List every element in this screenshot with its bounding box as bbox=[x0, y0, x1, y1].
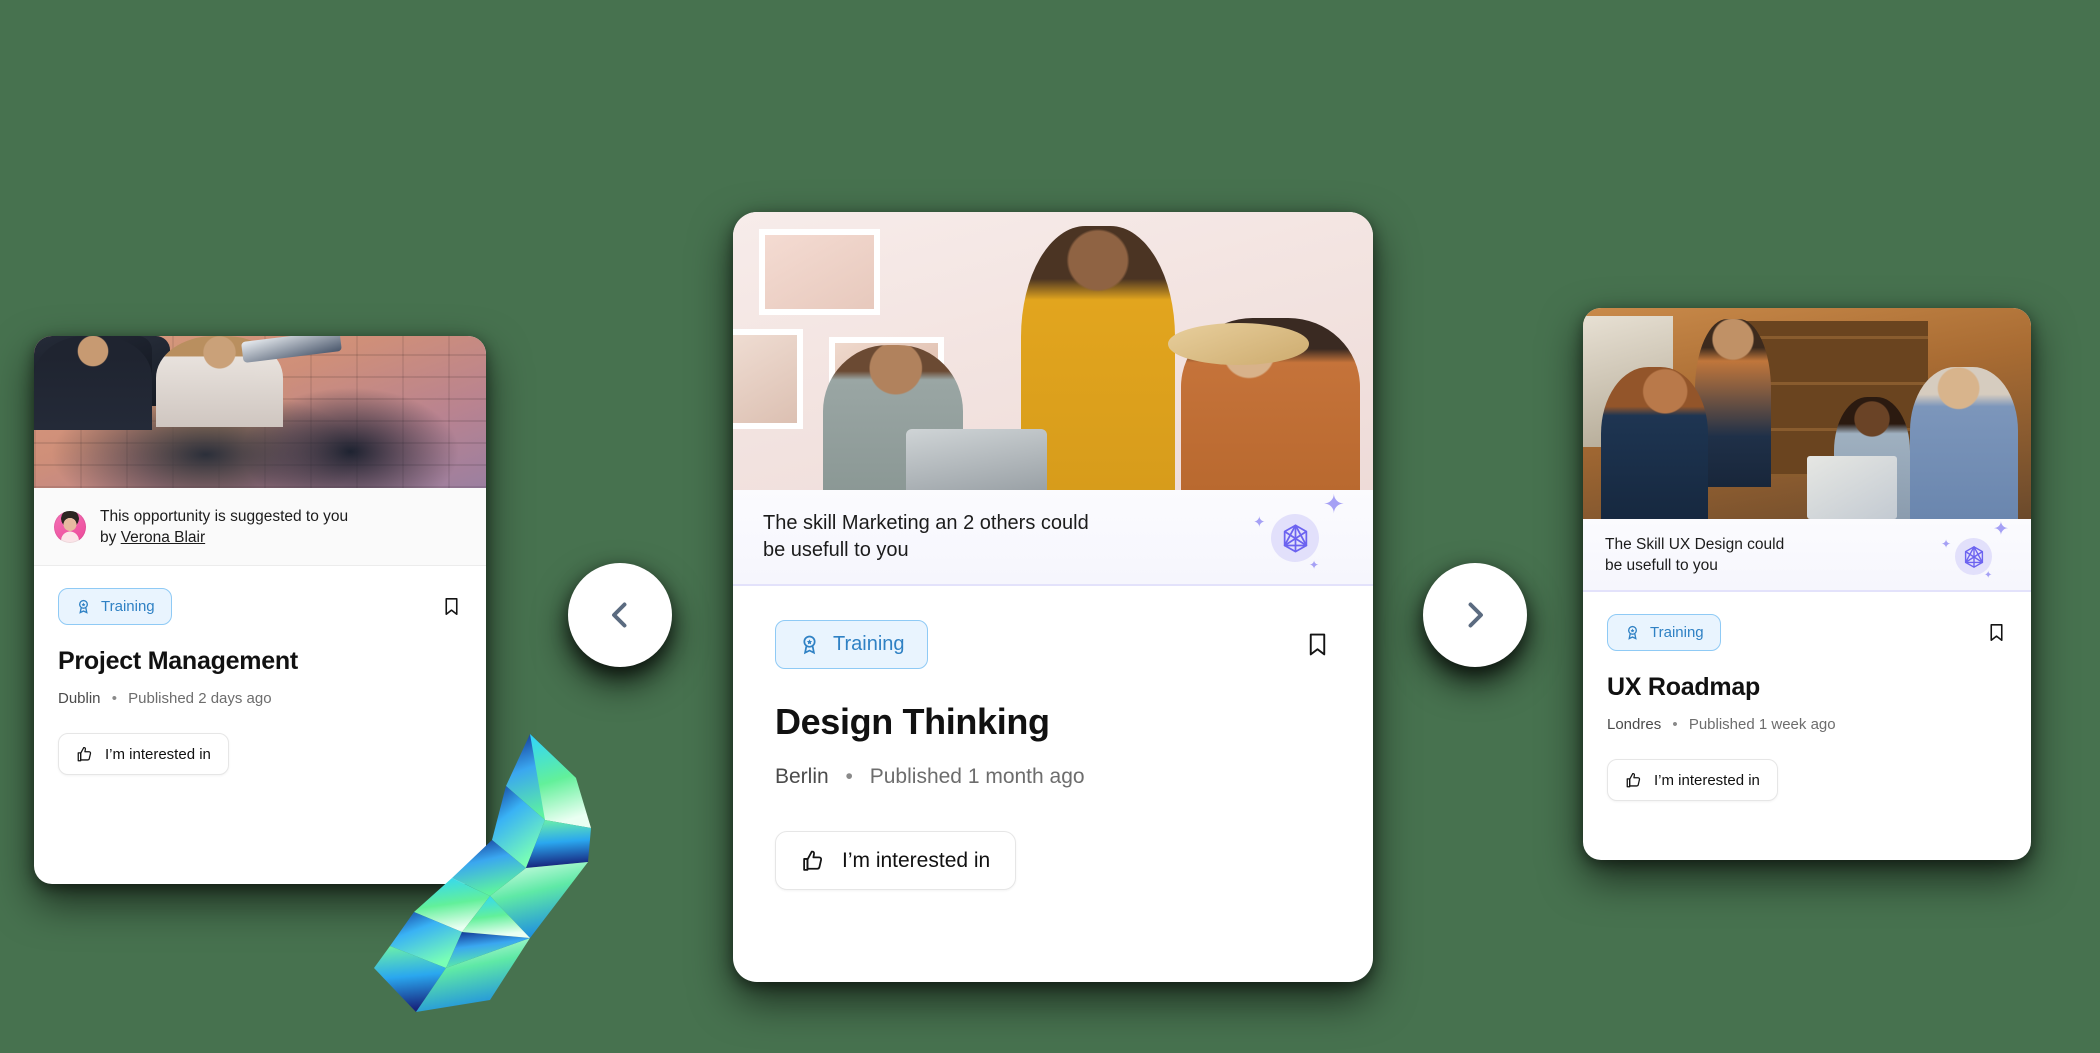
card-published: Published 1 week ago bbox=[1688, 716, 1836, 733]
opportunity-card-project-management[interactable]: This opportunity is suggested to you by … bbox=[34, 336, 486, 884]
bookmark-icon[interactable] bbox=[1986, 622, 2007, 643]
sparkle-icon: ✦ bbox=[1941, 536, 1952, 551]
card-meta: Dublin • Published 2 days ago bbox=[58, 690, 462, 707]
suggestion-text: The skill Marketing an 2 others could be… bbox=[763, 510, 1247, 564]
avatar bbox=[54, 510, 86, 543]
category-pill-training[interactable]: Training bbox=[1607, 614, 1721, 651]
meta-separator: • bbox=[111, 690, 117, 707]
card-published: Published 1 month ago bbox=[869, 765, 1085, 788]
card-top-row: Training bbox=[58, 588, 462, 625]
card-body-project-management: Training Project Management Dublin • Pub… bbox=[34, 566, 486, 775]
category-pill-label: Training bbox=[833, 633, 905, 655]
suggestion-line-1: The Skill UX Design could bbox=[1605, 535, 1785, 553]
card-location: Berlin bbox=[775, 765, 829, 788]
suggestion-text: The Skill UX Design could be usefull to … bbox=[1605, 534, 1937, 576]
ai-gem-icon bbox=[1283, 524, 1308, 553]
chevron-right-icon bbox=[1468, 602, 1483, 628]
thumbs-up-icon bbox=[803, 850, 823, 871]
suggestion-banner-ai: The skill Marketing an 2 others could be… bbox=[733, 490, 1373, 586]
category-pill-label: Training bbox=[1650, 624, 1704, 641]
sparkle-icon: ✦ bbox=[1984, 569, 1993, 581]
suggestion-line-2: by Verona Blair bbox=[100, 528, 206, 546]
interested-button-label: I’m interested in bbox=[105, 745, 211, 763]
sparkle-icon: ✦ bbox=[1993, 518, 2009, 540]
card-top-row: Training bbox=[1607, 614, 2007, 651]
interested-button-label: I’m interested in bbox=[842, 848, 991, 872]
category-pill-training[interactable]: Training bbox=[775, 620, 928, 669]
card-title: UX Roadmap bbox=[1607, 673, 1761, 701]
sparkle-icon: ✦ bbox=[1323, 489, 1345, 519]
sparkle-icon: ✦ bbox=[1253, 514, 1266, 531]
category-pill-training[interactable]: Training bbox=[58, 588, 172, 625]
card-body-ux-roadmap: Training UX Roadmap Londres • Published … bbox=[1583, 592, 2031, 801]
meta-separator: • bbox=[1672, 716, 1678, 733]
suggestion-banner-ai: The Skill UX Design could be usefull to … bbox=[1583, 519, 2031, 592]
ai-gem-icon bbox=[1964, 545, 1984, 568]
interested-button-label: I’m interested in bbox=[1654, 771, 1760, 789]
bookmark-icon[interactable] bbox=[1304, 631, 1331, 658]
meta-separator: • bbox=[845, 765, 853, 788]
card-title: Project Management bbox=[58, 647, 299, 675]
thumbs-up-icon bbox=[77, 746, 92, 762]
award-icon bbox=[79, 599, 88, 614]
card-location: Londres bbox=[1607, 716, 1662, 733]
award-icon bbox=[803, 635, 816, 655]
card-meta: Londres • Published 1 week ago bbox=[1607, 716, 2007, 733]
interested-button[interactable]: I’m interested in bbox=[775, 831, 1017, 890]
bookmark-icon[interactable] bbox=[441, 596, 462, 617]
opportunity-card-ux-roadmap[interactable]: The Skill UX Design could be usefull to … bbox=[1583, 308, 2031, 860]
card-meta: Berlin • Published 1 month ago bbox=[775, 765, 1331, 789]
interested-button[interactable]: I’m interested in bbox=[1607, 759, 1778, 801]
suggestion-line-1: This opportunity is suggested to you bbox=[100, 507, 349, 525]
card-body-design-thinking: Training Design Thinking Berlin • Publis… bbox=[733, 586, 1373, 890]
suggestion-banner-person: This opportunity is suggested to you by … bbox=[34, 488, 486, 566]
card-published: Published 2 days ago bbox=[128, 690, 272, 707]
card-location: Dublin bbox=[58, 690, 101, 707]
award-icon bbox=[1628, 625, 1637, 640]
category-pill-label: Training bbox=[101, 598, 155, 615]
suggestion-line-2: be usefull to you bbox=[1605, 556, 1718, 574]
ai-gem-badge: ✦ ✦ ✦ bbox=[1247, 489, 1345, 585]
card-photo-project-management bbox=[34, 336, 486, 488]
carousel-prev-button[interactable] bbox=[568, 563, 672, 667]
chevron-left-icon bbox=[612, 602, 627, 628]
suggestion-line-2: be usefull to you bbox=[763, 539, 909, 561]
ai-gem-badge: ✦ ✦ ✦ bbox=[1937, 519, 2009, 591]
card-title: Design Thinking bbox=[775, 701, 1050, 742]
interested-button[interactable]: I’m interested in bbox=[58, 733, 229, 775]
carousel-next-button[interactable] bbox=[1423, 563, 1527, 667]
thumbs-up-icon bbox=[1626, 772, 1641, 788]
suggestion-line-1: The skill Marketing an 2 others could bbox=[763, 512, 1089, 534]
suggestion-text: This opportunity is suggested to you by … bbox=[100, 506, 348, 548]
card-photo-ux-roadmap bbox=[1583, 308, 2031, 519]
carousel-stage: This opportunity is suggested to you by … bbox=[0, 0, 2100, 1053]
sparkle-icon: ✦ bbox=[1309, 558, 1320, 572]
card-top-row: Training bbox=[775, 620, 1331, 669]
opportunity-card-design-thinking[interactable]: The skill Marketing an 2 others could be… bbox=[733, 212, 1373, 982]
suggester-name-link[interactable]: Verona Blair bbox=[121, 529, 205, 546]
card-photo-design-thinking bbox=[733, 212, 1373, 490]
